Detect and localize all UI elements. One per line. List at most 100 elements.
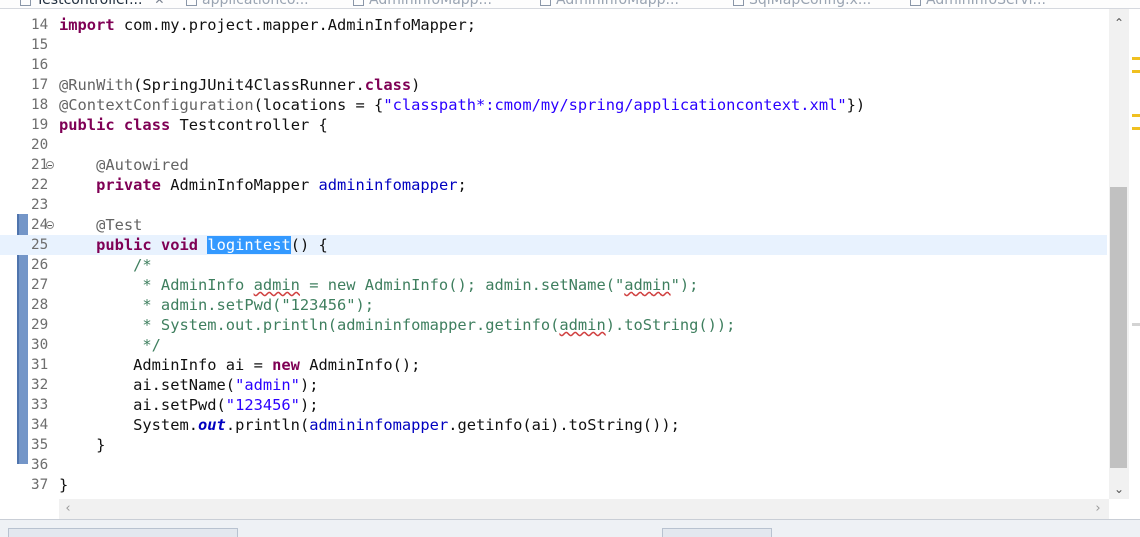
code-line[interactable]: 32 ai.setName("admin");	[0, 375, 1107, 395]
vertical-scroll-thumb[interactable]	[1110, 187, 1127, 468]
line-number: 33	[31, 397, 49, 413]
xml-file-icon	[733, 0, 744, 6]
code-line[interactable]: 24 @Test	[0, 215, 1107, 235]
code-line[interactable]: 37}	[0, 475, 1107, 495]
code-line[interactable]: 30 */	[0, 335, 1107, 355]
code-token: new	[272, 356, 300, 374]
overview-marker[interactable]	[1132, 127, 1140, 130]
java-file-icon	[910, 0, 921, 6]
bottom-panel	[0, 519, 1140, 537]
code-line[interactable]: 28 * admin.setPwd("123456");	[0, 295, 1107, 315]
code-token: void	[160, 236, 199, 254]
code-text: }	[59, 475, 68, 495]
code-text: }	[59, 435, 105, 455]
line-number: 15	[31, 37, 49, 53]
tab-label: AdminInfoMapp...	[369, 0, 492, 8]
code-token: System.	[59, 416, 198, 434]
code-token: AdminInfo();	[299, 356, 421, 374]
code-line[interactable]: 16	[0, 55, 1107, 75]
code-line[interactable]: 22 private AdminInfoMapper admininfomapp…	[0, 175, 1107, 195]
line-number: 31	[31, 357, 49, 373]
overview-marker[interactable]	[1132, 114, 1140, 117]
code-token: ");	[670, 276, 699, 294]
code-token: .getinfo(ai).toString());	[448, 416, 680, 434]
fold-toggle-icon[interactable]	[46, 161, 54, 169]
code-text: @Test	[59, 215, 142, 235]
close-icon[interactable]: ✕	[154, 0, 164, 7]
code-line[interactable]: 36	[0, 455, 1107, 475]
code-line[interactable]: 14 import com.my.project.mapper.AdminInfo…	[0, 15, 1107, 35]
code-text: public void logintest() {	[59, 235, 328, 255]
code-token: admin	[559, 316, 606, 334]
code-line[interactable]: 33 ai.setPwd("123456");	[0, 395, 1107, 415]
line-number: 25	[31, 237, 49, 253]
code-line[interactable]: 18 @ContextConfiguration(locations = {"cl…	[0, 95, 1107, 115]
code-line[interactable]: 29 * System.out.println(admininfomapper.…	[0, 315, 1107, 335]
code-token: * AdminInfo	[59, 276, 254, 294]
bottom-panel-tab[interactable]	[662, 528, 772, 537]
overview-marker[interactable]	[1132, 57, 1140, 60]
code-token: );	[299, 376, 319, 394]
java-file-icon	[20, 0, 31, 6]
overview-marker[interactable]	[1132, 70, 1140, 73]
bottom-panel-tab[interactable]	[8, 528, 238, 537]
line-number: 30	[31, 337, 49, 353]
code-text: @RunWith(SpringJUnit4ClassRunner.class)	[59, 75, 420, 95]
code-line[interactable]: 27 * AdminInfo admin = new AdminInfo(); …	[0, 275, 1107, 295]
code-token: admininfomapper	[318, 176, 458, 194]
code-token: public	[59, 116, 115, 134]
code-token: ;	[457, 176, 467, 194]
code-token: .println(	[225, 416, 310, 434]
tab-admininfomapper-1[interactable]: AdminInfoMapp...	[353, 0, 492, 8]
code-line[interactable]: 31 AdminInfo ai = new AdminInfo();	[0, 355, 1107, 375]
tab-admininfoservice[interactable]: AdminInfoServi...	[910, 0, 1046, 8]
code-line[interactable]: 17 @RunWith(SpringJUnit4ClassRunner.class…	[0, 75, 1107, 95]
line-number: 29	[31, 317, 49, 333]
line-number: 23	[31, 197, 49, 213]
code-text: /*	[59, 255, 152, 275]
code-text: private AdminInfoMapper admininfomapper;	[59, 175, 467, 195]
line-number: 32	[31, 377, 49, 393]
tab-applicationcontext[interactable]: applicationco...	[186, 0, 309, 8]
code-line[interactable]: 26 /*	[0, 255, 1107, 275]
horizontal-scrollbar[interactable]: ‹ ›	[59, 499, 1109, 519]
chevron-left-icon[interactable]: ‹	[59, 499, 77, 519]
code-text: import com.my.project.mapper.AdminInfoMa…	[59, 15, 476, 35]
line-number: 24	[31, 217, 49, 233]
code-token: }	[59, 436, 106, 454]
code-token: com.my.project.mapper.AdminInfoMapper;	[114, 16, 476, 34]
code-token: * System.out.println(admininfomapper.get…	[59, 316, 560, 334]
code-line[interactable]: 23	[0, 195, 1107, 215]
tab-sqlmapconfig[interactable]: SqlMapConfig.x...	[733, 0, 871, 8]
code-token: "admin"	[235, 376, 300, 394]
fold-toggle-icon[interactable]	[46, 221, 54, 229]
tab-label: applicationco...	[202, 0, 309, 8]
code-line[interactable]: 34 System.out.println(admininfomapper.ge…	[0, 415, 1107, 435]
line-number: 27	[31, 277, 49, 293]
code-line[interactable]: 19 public class Testcontroller {	[0, 115, 1107, 135]
code-token: admin	[624, 276, 671, 294]
line-number: 14	[31, 17, 49, 33]
code-text: * System.out.println(admininfomapper.get…	[59, 315, 735, 335]
chevron-right-icon[interactable]: ›	[1089, 499, 1107, 519]
vertical-scrollbar[interactable]: ⌃ ⌄	[1109, 9, 1129, 499]
code-line[interactable]: 20	[0, 135, 1107, 155]
code-token: }	[59, 476, 69, 494]
code-line[interactable]: 25 public void logintest() {	[0, 235, 1107, 255]
code-text: * AdminInfo admin = new AdminInfo(); adm…	[59, 275, 698, 295]
code-token: ai.setPwd(	[59, 396, 226, 414]
code-editor[interactable]: 14 import com.my.project.mapper.AdminInfo…	[0, 9, 1140, 519]
code-text: */	[59, 335, 161, 355]
code-line[interactable]: 35 }	[0, 435, 1107, 455]
code-token: "classpath*:cmom/my/spring/applicationco…	[383, 96, 847, 114]
code-token: admininfomapper	[309, 416, 449, 434]
code-line[interactable]: 21 @Autowired	[0, 155, 1107, 175]
tab-admininfomapper-2[interactable]: AdminInfoMapp...	[540, 0, 679, 8]
line-number: 16	[31, 57, 49, 73]
chevron-up-icon[interactable]: ⌃	[1109, 15, 1129, 31]
tab-testcontroller[interactable]: Testcontroller... ✕	[20, 0, 164, 8]
code-line[interactable]: 15	[0, 35, 1107, 55]
chevron-down-icon[interactable]: ⌄	[1109, 481, 1129, 497]
code-token: @ContextConfiguration	[59, 96, 254, 114]
